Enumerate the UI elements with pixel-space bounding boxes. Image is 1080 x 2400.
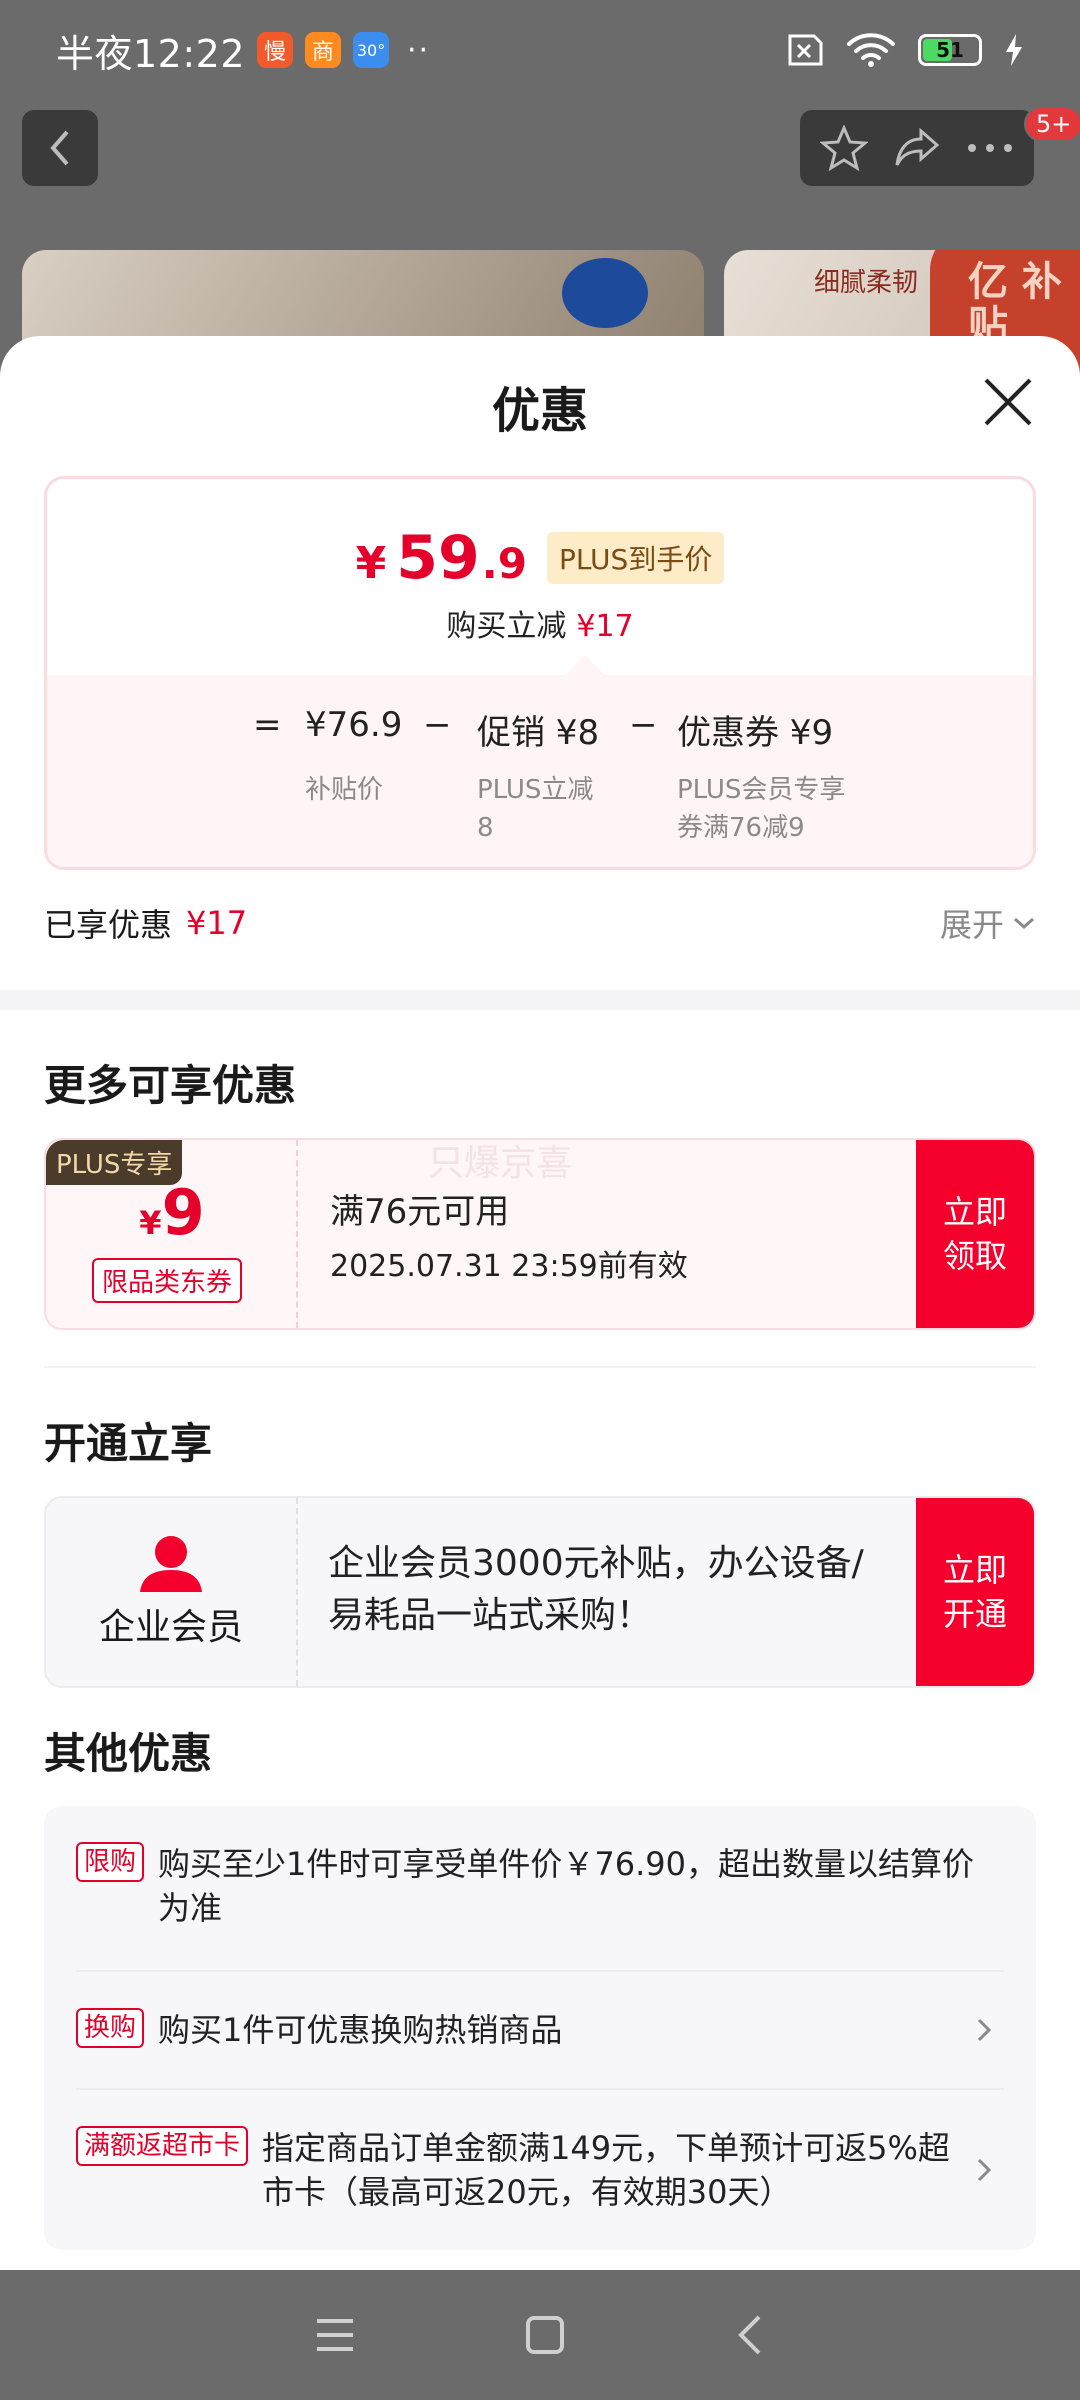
discount-sheet: 优惠 ¥ 59 .9 PLUS到手价 购买立减 ¥17 = ¥76.9 − 促销 … xyxy=(0,336,1080,2270)
member-description: 企业会员3000元补贴，办公设备/易耗品一站式采购！ xyxy=(328,1543,864,1636)
weather-icon: 30° xyxy=(353,32,390,68)
list-item: 限购 购买至少1件时可享受单件价￥76.90，超出数量以结算价为准 xyxy=(76,1806,1004,1972)
more-notifications-icon: ·· xyxy=(407,32,431,68)
offer-text: 购买1件可优惠换购热销商品 xyxy=(158,2011,563,2049)
other-offers-list: 限购 购买至少1件时可享受单件价￥76.90，超出数量以结算价为准 换购 购买1… xyxy=(44,1806,1036,2250)
no-sim-icon xyxy=(788,34,823,66)
promo-amount: 促销 ¥8 xyxy=(477,713,600,753)
plus-price-tag: PLUS到手价 xyxy=(546,532,725,584)
claim-coupon-button[interactable]: 立即 领取 xyxy=(916,1140,1034,1328)
person-icon xyxy=(140,1536,202,1592)
star-icon[interactable] xyxy=(820,125,869,171)
more-offers-title: 更多可享优惠 xyxy=(44,1061,297,1110)
menu-icon[interactable] xyxy=(315,2317,355,2353)
close-icon[interactable] xyxy=(980,374,1036,430)
enjoyed-amount: ¥17 xyxy=(186,904,248,942)
coupon-condition: 满76元可用 xyxy=(330,1192,510,1232)
open-member-button[interactable]: 立即 开通 xyxy=(916,1498,1034,1686)
offer-text: 指定商品订单金额满149元，下单预计可返5%超市卡（最高可返20元，有效期30天… xyxy=(262,2129,950,2211)
coupon-category-tag: 限品类东券 xyxy=(92,1258,243,1303)
offer-text: 购买至少1件时可享受单件价￥76.90，超出数量以结算价为准 xyxy=(158,1845,974,1927)
vinda-logo-icon xyxy=(562,258,648,328)
chevron-right-icon xyxy=(977,2018,992,2042)
sheet-title: 优惠 xyxy=(491,383,588,439)
promo-label: PLUS立减 8 xyxy=(477,775,594,843)
open-benefits-title: 开通立享 xyxy=(44,1419,213,1468)
sheet-header: 优惠 xyxy=(0,336,1080,476)
coupon-expiry: 2025.07.31 23:59前有效 xyxy=(330,1249,688,1284)
back-icon[interactable] xyxy=(735,2313,765,2357)
offer-tag: 换购 xyxy=(76,2008,145,2048)
wifi-icon xyxy=(847,33,895,67)
other-offers-title: 其他优惠 xyxy=(44,1729,213,1778)
enjoyed-discount-row: 已享优惠 ¥17 展开 xyxy=(44,870,1036,976)
member-label: 企业会员 xyxy=(98,1607,243,1648)
section-divider xyxy=(0,990,1080,1010)
status-time: 半夜12:22 xyxy=(56,31,246,76)
share-icon[interactable] xyxy=(893,125,941,171)
coupon-label: PLUS会员专享券满76减9 xyxy=(677,775,846,843)
chevron-down-icon xyxy=(1014,917,1034,930)
status-bar: 半夜12:22 慢 商 30° ·· 51 xyxy=(0,0,1080,100)
watermark: 只爆京喜 xyxy=(428,1143,573,1184)
instant-reduce: 购买立减 ¥17 xyxy=(446,609,634,644)
header-actions xyxy=(800,110,1034,186)
offer-tag: 限购 xyxy=(76,1842,145,1882)
chevron-left-icon xyxy=(50,130,69,166)
list-item[interactable]: 换购 购买1件可优惠换购热销商品 xyxy=(76,1972,1004,2090)
coupon-card: PLUS专享 ¥9 限品类东券 只爆京喜 满76元可用 2025.07.31 2… xyxy=(44,1138,1036,1330)
coupon-value: ¥9 xyxy=(139,1176,205,1249)
system-nav-bar xyxy=(0,2270,1080,2400)
subsidy-label: 补贴价 xyxy=(305,775,384,805)
divider xyxy=(44,1366,1036,1368)
home-icon[interactable] xyxy=(525,2315,565,2355)
app-icon-2: 商 xyxy=(305,32,342,68)
more-icon[interactable] xyxy=(966,142,1014,154)
price-breakdown-card: ¥ 59 .9 PLUS到手价 购买立减 ¥17 = ¥76.9 − 促销 ¥8 … xyxy=(44,476,1036,870)
back-button[interactable] xyxy=(22,110,98,186)
coupon-amount: 优惠券 ¥9 xyxy=(677,713,834,753)
chevron-right-icon xyxy=(977,2158,992,2182)
final-price: ¥ 59 .9 PLUS到手价 xyxy=(47,523,1033,593)
expand-button[interactable]: 展开 xyxy=(940,900,1036,946)
subsidy-price: ¥76.9 xyxy=(305,705,403,745)
notification-badge: 5+ xyxy=(1024,106,1080,142)
banner-tag: 细腻柔韧 xyxy=(814,268,919,298)
offer-tag: 满额返超市卡 xyxy=(76,2126,249,2166)
battery-icon: 51 xyxy=(918,34,982,66)
list-item[interactable]: 满额返超市卡 指定商品订单金额满149元，下单预计可返5%超市卡（最高可返20元… xyxy=(76,2090,1004,2250)
app-icon-1: 慢 xyxy=(257,32,294,68)
charging-icon xyxy=(1006,34,1022,66)
enterprise-member-card: 企业会员 企业会员3000元补贴，办公设备/易耗品一站式采购！ 立即 开通 xyxy=(44,1496,1036,1688)
